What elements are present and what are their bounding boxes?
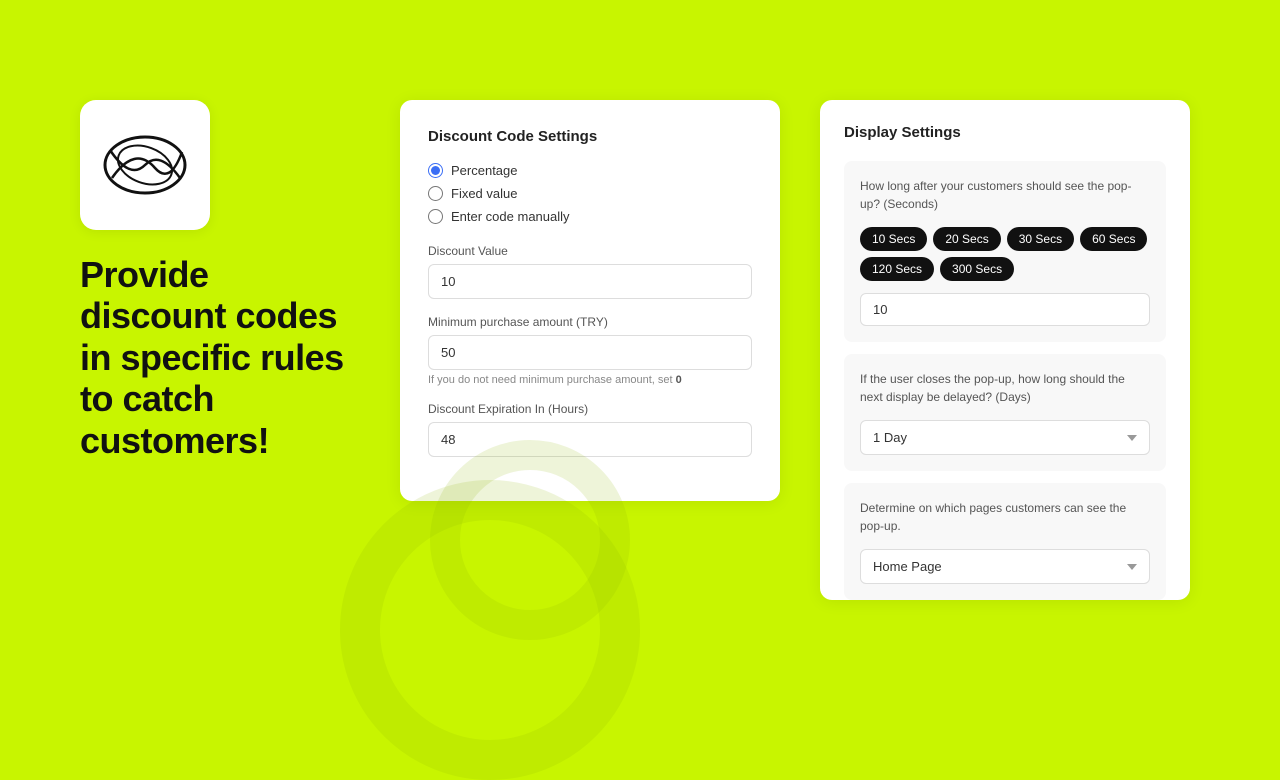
popup-delay-input[interactable] (860, 293, 1150, 326)
discount-type-radio-group: Percentage Fixed value Enter code manual… (428, 163, 752, 224)
display-panel: Display Settings How long after your cus… (820, 100, 1190, 600)
time-btn-60[interactable]: 60 Secs (1080, 227, 1147, 251)
radio-fixed[interactable]: Fixed value (428, 186, 752, 201)
reshow-delay-select[interactable]: 1 Day 2 Days 3 Days 7 Days (860, 420, 1150, 455)
popup-delay-section: How long after your customers should see… (844, 161, 1166, 342)
reshow-delay-section: If the user closes the pop-up, how long … (844, 354, 1166, 471)
left-section: Provide discount codes in specific rules… (80, 100, 360, 461)
discount-value-input[interactable] (428, 264, 752, 299)
discount-panel-title: Discount Code Settings (428, 128, 752, 145)
popup-delay-question: How long after your customers should see… (860, 177, 1150, 213)
page-target-select[interactable]: Home Page All Pages Product Pages (860, 549, 1150, 584)
display-panel-title: Display Settings (844, 124, 1166, 141)
min-purchase-hint: If you do not need minimum purchase amou… (428, 374, 752, 386)
discount-panel: Discount Code Settings Percentage Fixed … (400, 100, 780, 501)
min-purchase-field: Minimum purchase amount (TRY) If you do … (428, 315, 752, 386)
time-btn-20[interactable]: 20 Secs (933, 227, 1000, 251)
reshow-delay-question: If the user closes the pop-up, how long … (860, 370, 1150, 406)
min-purchase-input[interactable] (428, 335, 752, 370)
time-btn-300[interactable]: 300 Secs (940, 257, 1014, 281)
headline: Provide discount codes in specific rules… (80, 254, 360, 461)
page-target-question: Determine on which pages customers can s… (860, 499, 1150, 535)
time-btn-30[interactable]: 30 Secs (1007, 227, 1074, 251)
logo-box (80, 100, 210, 230)
page-target-section: Determine on which pages customers can s… (844, 483, 1166, 600)
time-btn-120[interactable]: 120 Secs (860, 257, 934, 281)
radio-manual[interactable]: Enter code manually (428, 209, 752, 224)
radio-percentage[interactable]: Percentage (428, 163, 752, 178)
expiration-label: Discount Expiration In (Hours) (428, 402, 752, 416)
logo-icon (100, 130, 190, 200)
discount-value-label: Discount Value (428, 244, 752, 258)
min-purchase-label: Minimum purchase amount (TRY) (428, 315, 752, 329)
time-buttons-group: 10 Secs 20 Secs 30 Secs 60 Secs 120 Secs… (860, 227, 1150, 281)
expiration-input[interactable] (428, 422, 752, 457)
time-btn-10[interactable]: 10 Secs (860, 227, 927, 251)
discount-value-field: Discount Value (428, 244, 752, 315)
